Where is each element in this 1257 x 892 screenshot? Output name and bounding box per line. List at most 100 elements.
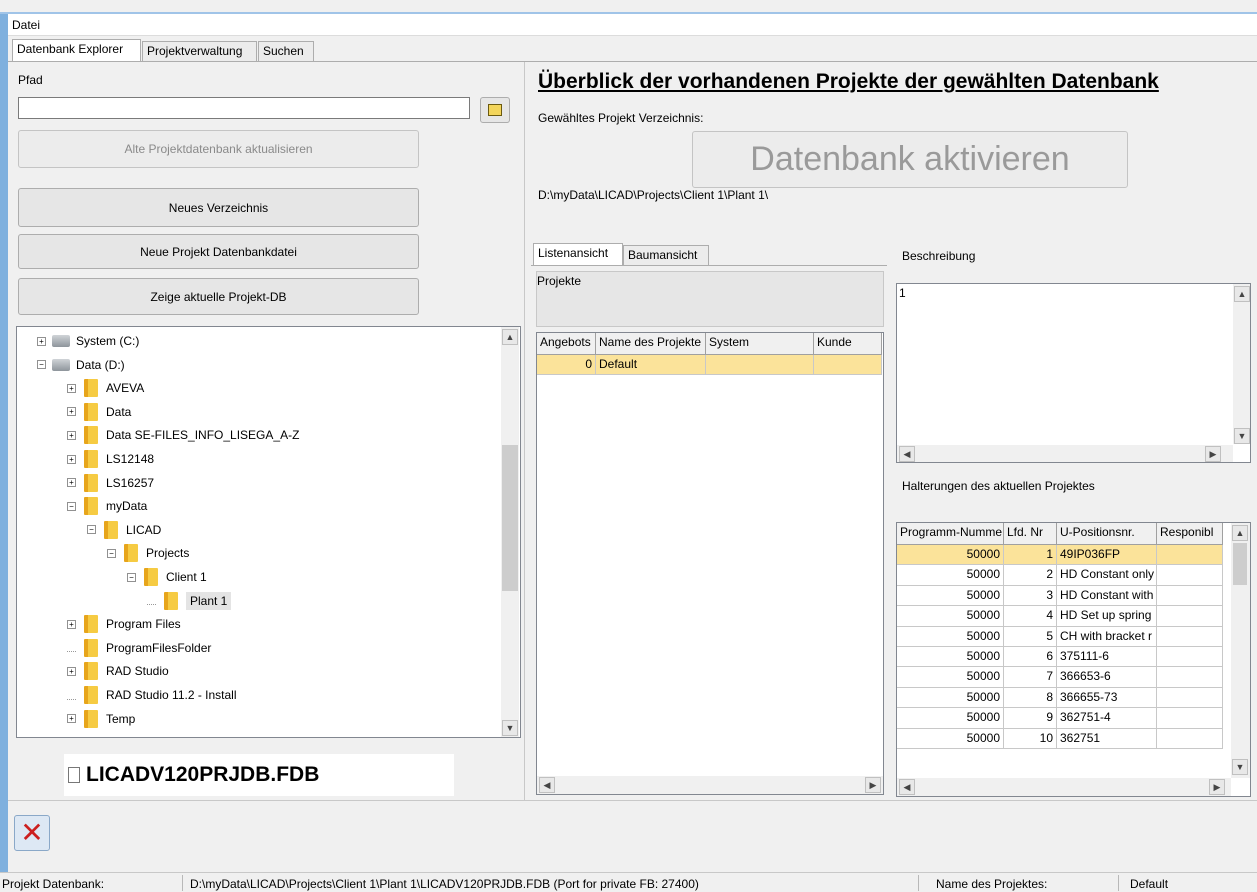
column-header[interactable]: Programm-Numme [897,523,1004,545]
scroll-down-icon[interactable]: ▼ [502,720,518,736]
browse-folder-button[interactable] [480,97,510,123]
table-cell[interactable] [706,355,814,375]
tree-node[interactable]: + LS16257 [67,471,154,495]
splitter[interactable] [524,62,525,800]
column-header[interactable]: Lfd. Nr [1004,523,1057,545]
scroll-up-icon[interactable]: ▲ [502,329,518,345]
tab-suchen[interactable]: Suchen [258,41,314,61]
expand-icon[interactable]: + [67,619,76,629]
table-cell[interactable] [1157,667,1223,688]
table-cell[interactable]: CH with bracket r [1057,626,1157,647]
table-cell[interactable]: Default [596,355,706,375]
column-header[interactable]: Name des Projekte [596,333,706,355]
tree-node[interactable]: + AVEVA [67,376,144,400]
table-cell[interactable]: 50000 [897,667,1004,688]
supports-scroll-down-icon[interactable]: ▼ [1232,759,1248,775]
desc-scroll-down-icon[interactable]: ▼ [1234,428,1250,444]
supports-scroll-left-icon[interactable]: ◀ [899,779,915,795]
supports-scroll-right-icon[interactable]: ▶ [1209,779,1225,795]
table-cell[interactable]: 50000 [897,687,1004,709]
collapse-icon[interactable]: − [37,360,46,370]
projects-grid[interactable]: Angebots Name des Projekte System Kunde 0 Def… [536,332,884,795]
tree-node[interactable]: + System (C:) [37,329,139,353]
tree-node[interactable]: − LICAD [87,518,161,542]
activate-db-button[interactable]: Datenbank aktivieren [692,131,1128,188]
table-cell[interactable]: 362751-4 [1057,708,1157,729]
table-cell[interactable]: 50000 [897,585,1004,607]
expand-icon[interactable]: + [67,430,76,440]
tree-node[interactable]: − Projects [107,541,189,565]
table-cell[interactable] [1157,728,1223,749]
column-header[interactable]: U-Positionsnr. [1057,523,1157,545]
table-cell[interactable]: 50000 [897,647,1004,668]
description-box[interactable]: 1 ▲ ▼ ◀ ▶ [896,283,1251,463]
update-old-db-button[interactable]: Alte Projektdatenbank aktualisieren [18,130,419,168]
table-cell[interactable]: 2 [1004,565,1057,586]
menu-file[interactable]: Datei [12,18,40,32]
new-project-db-button[interactable]: Neue Projekt Datenbankdatei [18,234,419,269]
column-header[interactable]: System [706,333,814,355]
table-cell[interactable]: 50000 [897,545,1004,566]
table-cell[interactable] [1157,565,1223,586]
table-cell[interactable]: 49IP036FP [1057,545,1157,566]
table-cell[interactable]: 50000 [897,565,1004,586]
desc-scroll-up-icon[interactable]: ▲ [1234,286,1250,302]
table-cell[interactable]: 8 [1004,687,1057,709]
tree-node[interactable]: − Data (D:) [37,353,125,377]
table-cell[interactable]: 10 [1004,728,1057,749]
supports-scroll-up-icon[interactable]: ▲ [1232,525,1248,541]
collapse-icon[interactable]: − [107,548,116,558]
table-cell[interactable]: HD Constant with [1057,585,1157,607]
collapse-icon[interactable]: − [127,572,136,582]
collapse-icon[interactable]: − [67,501,76,511]
table-cell[interactable]: 50000 [897,708,1004,729]
tree-node[interactable]: + LS12148 [67,447,154,471]
table-cell[interactable] [1157,647,1223,668]
expand-icon[interactable]: + [67,407,76,417]
tree-node[interactable]: ProgramFilesFolder [67,636,211,660]
table-cell[interactable] [1157,626,1223,647]
table-cell[interactable] [1157,545,1223,566]
table-cell[interactable]: 7 [1004,667,1057,688]
table-cell[interactable]: 5 [1004,626,1057,647]
close-button[interactable]: ✕ [14,815,50,851]
table-cell[interactable] [1157,687,1223,709]
tree-node[interactable]: + Temp [67,707,135,731]
table-cell[interactable]: 6 [1004,647,1057,668]
column-header[interactable]: Kunde [814,333,882,355]
column-header[interactable]: Angebots [537,333,596,355]
scroll-left-icon[interactable]: ◀ [539,777,555,793]
supports-scroll-thumb[interactable] [1233,543,1247,585]
table-cell[interactable]: 375111-6 [1057,647,1157,668]
expand-icon[interactable]: + [37,336,46,346]
show-current-db-button[interactable]: Zeige aktuelle Projekt-DB [18,278,419,315]
tree-node[interactable]: + Program Files [67,612,181,636]
expand-icon[interactable]: + [67,714,76,724]
folder-tree[interactable]: + System (C:) − Data (D:) + AVEVA + Data + Data S… [16,326,521,738]
expand-icon[interactable]: + [67,666,76,676]
tree-node[interactable]: + Data [67,400,131,424]
table-cell[interactable]: 3 [1004,585,1057,607]
desc-hscroll[interactable] [897,445,1233,462]
expand-icon[interactable]: + [67,383,76,393]
tree-node[interactable]: + Data SE-FILES_INFO_LISEGA_A-Z [67,423,299,447]
table-cell[interactable]: 50000 [897,626,1004,647]
table-cell[interactable]: 0 [537,355,596,375]
path-input[interactable] [18,97,470,119]
supports-hscroll[interactable] [897,778,1231,796]
table-cell[interactable]: HD Set up spring [1057,606,1157,627]
desc-vscroll[interactable] [1233,284,1250,444]
tree-scroll-thumb[interactable] [502,445,518,591]
new-directory-button[interactable]: Neues Verzeichnis [18,188,419,227]
desc-scroll-right-icon[interactable]: ▶ [1205,446,1221,462]
supports-grid[interactable]: Programm-Numme Lfd. Nr U-Positionsnr. Respo… [896,522,1251,797]
tab-projektverwaltung[interactable]: Projektverwaltung [142,41,257,61]
table-cell[interactable] [1157,606,1223,627]
tree-node[interactable]: Plant 1 [147,589,232,613]
tree-node[interactable]: − Client 1 [127,565,207,589]
desc-scroll-left-icon[interactable]: ◀ [899,446,915,462]
table-cell[interactable]: HD Constant only [1057,565,1157,586]
table-cell[interactable] [1157,708,1223,729]
tree-node[interactable]: RAD Studio 11.2 - Install [67,683,237,707]
table-cell[interactable]: 1 [1004,545,1057,566]
